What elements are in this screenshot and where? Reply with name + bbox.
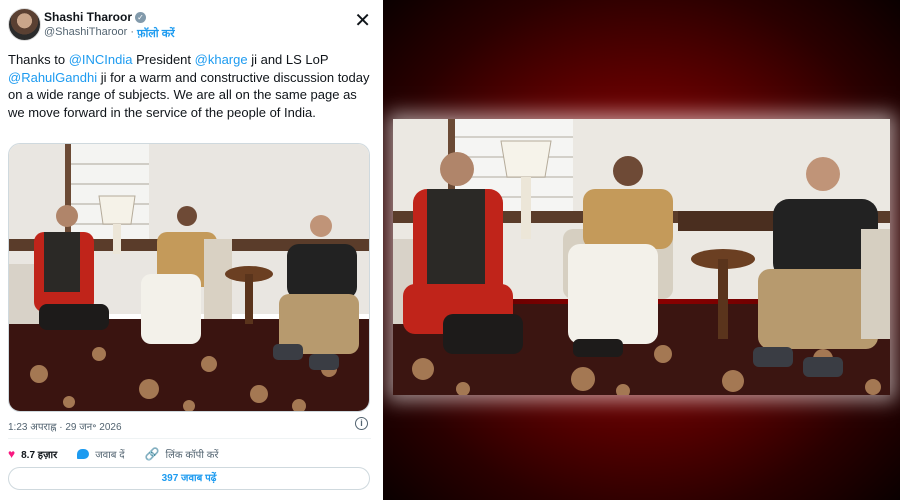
separator-dot: · — [130, 26, 134, 38]
read-replies-button[interactable]: 397 जवाब पढ़ें — [8, 467, 370, 490]
tweet-text: Thanks to @INCIndia President @kharge ji… — [8, 51, 373, 121]
tweet-timestamp[interactable]: 1:23 अपराह्न · 29 जन॰ 2026 — [8, 419, 122, 433]
close-x-icon[interactable]: ✕ — [354, 8, 371, 33]
tweet-actions: ♥ 8.7 हज़ार जवाब दें 🔗 लिंक कॉपी करें — [8, 447, 238, 461]
author-name[interactable]: Shashi Tharoor — [44, 10, 132, 24]
author-handle[interactable]: @ShashiTharoor — [44, 26, 127, 41]
verified-badge-icon: ✓ — [135, 11, 147, 23]
likes-count: 8.7 हज़ार — [21, 450, 58, 461]
tweet-card: Shashi Tharoor ✓ @ShashiTharoor · फ़ॉलो … — [0, 0, 383, 500]
red-vignette-panel — [383, 0, 900, 500]
text-segment: Thanks to — [8, 52, 69, 67]
divider — [8, 438, 371, 439]
text-segment: ji and LS LoP — [247, 52, 329, 67]
mention-incindia[interactable]: @INCIndia — [69, 52, 133, 67]
like-button[interactable]: ♥ 8.7 हज़ार — [8, 447, 57, 461]
reply-label: जवाब दें — [95, 450, 125, 461]
reply-button[interactable]: जवाब दें — [77, 447, 125, 461]
author-name-row: Shashi Tharoor ✓ — [44, 10, 147, 24]
reply-bubble-icon — [77, 449, 90, 459]
heart-icon: ♥ — [8, 447, 16, 461]
enlarged-photo — [393, 119, 890, 395]
meeting-photo-small — [9, 144, 369, 411]
handle-row: @ShashiTharoor · फ़ॉलो करें — [44, 26, 175, 41]
mention-rahulgandhi[interactable]: @RahulGandhi — [8, 70, 97, 85]
copy-link-button[interactable]: 🔗 लिंक कॉपी करें — [145, 447, 219, 461]
text-segment: President — [132, 52, 195, 67]
copy-link-label: लिंक कॉपी करें — [165, 450, 219, 461]
tweet-header: Shashi Tharoor ✓ @ShashiTharoor · फ़ॉलो … — [8, 8, 373, 44]
meeting-photo-large — [393, 119, 890, 395]
mention-kharge[interactable]: @kharge — [195, 52, 248, 67]
follow-button[interactable]: फ़ॉलो करें — [137, 26, 175, 41]
author-avatar[interactable] — [8, 8, 41, 41]
tweet-photo[interactable] — [8, 143, 370, 412]
info-icon[interactable]: i — [355, 417, 368, 430]
link-icon: 🔗 — [144, 447, 160, 461]
